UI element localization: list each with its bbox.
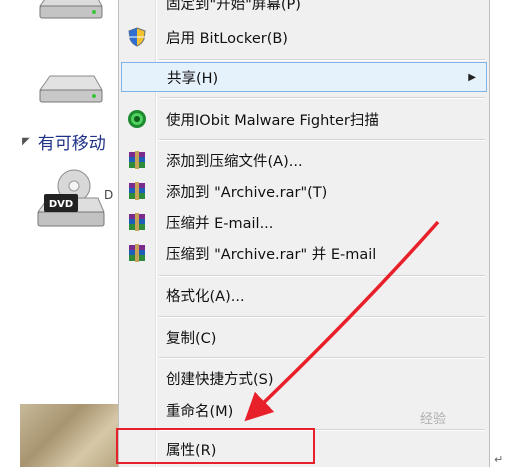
winrar-icon — [127, 212, 147, 232]
winrar-icon — [127, 150, 147, 170]
watermark-text: 经验 — [420, 412, 447, 427]
menu-item-label: 压缩并 E-mail... — [166, 215, 274, 232]
section-header-label: 有可移动 — [37, 133, 106, 154]
menu-separator — [159, 139, 485, 141]
dvd-badge: DVD — [49, 199, 73, 210]
menu-item-label: 使用IObit Malware Fighter扫描 — [166, 112, 379, 129]
menu-item-create-shortcut[interactable]: 创建快捷方式(S) — [121, 363, 487, 393]
shield-icon — [127, 27, 147, 47]
menu-separator — [159, 316, 485, 318]
menu-item-label: 共享(H) — [167, 70, 219, 87]
annotation-highlight-box — [116, 428, 315, 464]
menu-item-add-to-archive-rar[interactable]: 添加到 "Archive.rar"(T) — [121, 176, 487, 206]
menu-separator — [159, 59, 485, 61]
menu-separator — [159, 275, 485, 277]
menu-item-label: 添加到 "Archive.rar"(T) — [166, 184, 328, 201]
menu-item-label: 创建快捷方式(S) — [166, 371, 274, 388]
menu-item-bitlocker[interactable]: 启用 BitLocker(B) — [121, 22, 487, 52]
menu-item-label: 固定到"开始"屏幕(P) — [166, 0, 301, 13]
section-header-removable[interactable]: ◢ 有可移动 — [22, 130, 106, 154]
menu-item-label: 添加到压缩文件(A)... — [166, 153, 303, 170]
menu-item-label: 格式化(A)... — [166, 288, 245, 305]
menu-item-label: 压缩到 "Archive.rar" 并 E-mail — [166, 246, 377, 263]
submenu-arrow-icon: ▶ — [468, 71, 476, 83]
menu-item-add-to-archive[interactable]: 添加到压缩文件(A)... — [121, 145, 487, 175]
menu-item-pin-to-start[interactable]: 固定到"开始"屏幕(P) — [121, 0, 487, 18]
menu-item-iobit-scan[interactable]: 使用IObit Malware Fighter扫描 — [121, 104, 487, 134]
iobit-icon — [127, 109, 147, 129]
menu-item-compress-rar-email[interactable]: 压缩到 "Archive.rar" 并 E-mail — [121, 238, 487, 268]
menu-separator — [159, 357, 485, 359]
context-menu: 固定到"开始"屏幕(P) 启用 BitLocker(B) 共享(H) ▶ 使用I… — [118, 0, 490, 467]
hard-drive-icon[interactable] — [36, 72, 104, 112]
winrar-icon — [127, 181, 147, 201]
menu-item-copy[interactable]: 复制(C) — [121, 322, 487, 352]
menu-item-label: 复制(C) — [166, 330, 217, 347]
menu-item-label: 启用 BitLocker(B) — [166, 30, 288, 47]
menu-item-compress-email[interactable]: 压缩并 E-mail... — [121, 207, 487, 237]
menu-item-label: 重命名(M) — [166, 403, 234, 420]
background-photo — [20, 404, 118, 467]
explorer-pane: ◢ 有可移动 DVD D — [0, 0, 118, 467]
menu-separator — [159, 97, 485, 99]
winrar-icon — [127, 243, 147, 263]
dvd-label-fragment: D — [104, 188, 114, 202]
collapse-arrow-icon[interactable]: ◢ — [22, 136, 30, 147]
menu-item-format[interactable]: 格式化(A)... — [121, 280, 487, 310]
hard-drive-icon[interactable] — [36, 0, 104, 24]
menu-item-share[interactable]: 共享(H) ▶ — [121, 62, 487, 92]
dvd-drive-icon[interactable]: DVD — [36, 168, 106, 232]
return-mark-icon: ↵ — [494, 453, 504, 466]
